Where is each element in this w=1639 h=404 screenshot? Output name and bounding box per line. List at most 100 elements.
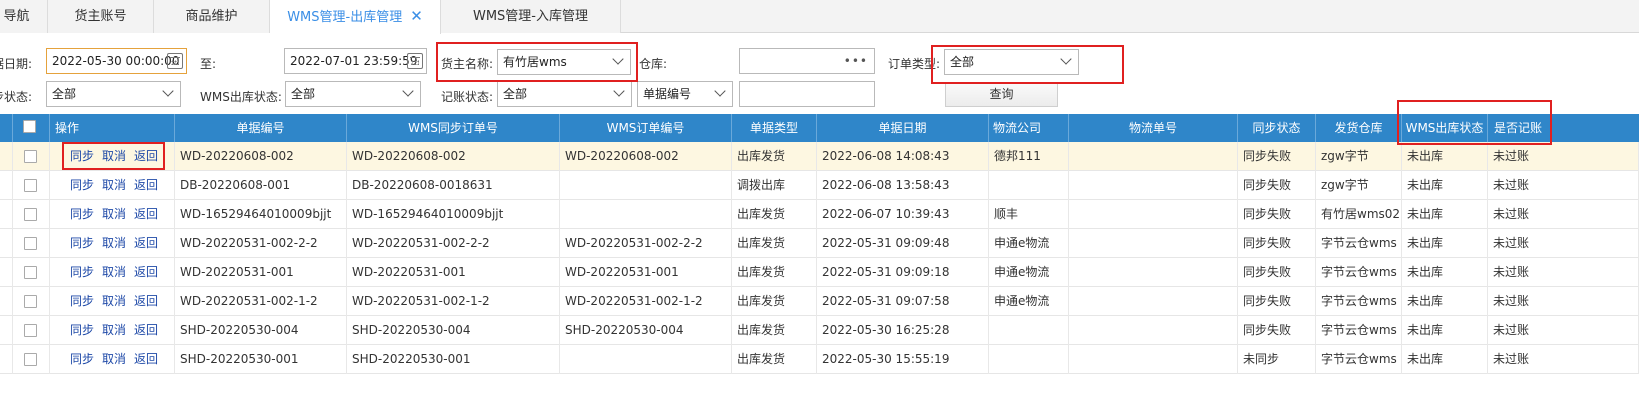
query-button[interactable]: 查询 [945,82,1058,107]
select-all-checkbox[interactable] [23,120,36,133]
table-row[interactable]: 同步 取消 返回 WD-20220531-001 WD-20220531-001 WD-2… [0,258,1639,287]
back-link[interactable]: 返回 [134,265,158,279]
date-to-input[interactable]: 2022-07-01 23:59:59 [284,48,427,74]
sync-status-value: 全部 [52,87,77,101]
table-row[interactable]: 同步 取消 返回 WD-16529464010009bjjt WD-1652946401… [0,200,1639,229]
sync-link[interactable]: 同步 [70,236,94,250]
cell-wms-status: 未出库 [1402,258,1488,287]
table-row[interactable]: 同步 取消 返回 WD-20220608-002 WD-20220608-002 WD-2… [0,142,1639,171]
sync-link[interactable]: 同步 [70,265,94,279]
back-link[interactable]: 返回 [134,352,158,366]
field-input[interactable] [739,81,875,107]
header-wms-sync-no[interactable]: WMS同步订单号 [347,114,560,142]
header-doc-date[interactable]: 单据日期 [817,114,989,142]
back-link[interactable]: 返回 [134,236,158,250]
cell-sync-status: 同步失败 [1238,171,1316,200]
order-type-select[interactable]: 全部 [944,49,1079,75]
cancel-link[interactable]: 取消 [102,236,126,250]
row-checkbox[interactable] [24,266,37,279]
header-tracking-no[interactable]: 物流单号 [1069,114,1238,142]
cell-doc-date: 2022-05-30 15:55:19 [817,345,989,374]
tab-product-maintenance[interactable]: 商品维护 [154,0,270,33]
sync-status-select[interactable]: 全部 [46,81,181,107]
table-row[interactable]: 同步 取消 返回 SHD-20220530-004 SHD-20220530-004 SH… [0,316,1639,345]
account-status-value: 全部 [503,87,528,101]
cancel-link[interactable]: 取消 [102,323,126,337]
wms-status-select[interactable]: 全部 [285,81,421,107]
header-select-all [13,114,50,142]
row-checkbox[interactable] [24,353,37,366]
order-type-label: 订单类型: [888,57,941,71]
cancel-link[interactable]: 取消 [102,149,126,163]
row-checkbox[interactable] [24,179,37,192]
cancel-link[interactable]: 取消 [102,207,126,221]
cell-accounted: 未过账 [1488,229,1639,258]
cell-tracking-no [1069,287,1238,316]
chevron-down-icon [1060,53,1072,65]
sync-link[interactable]: 同步 [70,352,94,366]
cancel-link[interactable]: 取消 [102,352,126,366]
tab-label: 商品维护 [185,9,238,24]
cell-doc-date: 2022-05-31 09:07:58 [817,287,989,316]
row-checkbox[interactable] [24,324,37,337]
owner-select[interactable]: 有竹居wms [497,49,631,75]
cancel-link[interactable]: 取消 [102,178,126,192]
row-checkbox[interactable] [24,150,37,163]
field-select[interactable]: 单据编号 [637,81,733,107]
back-link[interactable]: 返回 [134,323,158,337]
table-row[interactable]: 同步 取消 返回 DB-20220608-001 DB-20220608-0018631… [0,171,1639,200]
header-doc-type[interactable]: 单据类型 [732,114,817,142]
cell-wms-sync-no: DB-20220608-0018631 [347,171,560,200]
cancel-link[interactable]: 取消 [102,265,126,279]
tab-wms-inbound[interactable]: WMS管理-入库管理 [441,0,621,33]
header-wms-status[interactable]: WMS出库状态 [1402,114,1488,142]
table-row[interactable]: 同步 取消 返回 WD-20220531-002-2-2 WD-20220531-002… [0,229,1639,258]
date-from-input[interactable]: 2022-05-30 00:00:00 [46,48,187,74]
header-warehouse[interactable]: 发货仓库 [1316,114,1402,142]
sync-link[interactable]: 同步 [70,149,94,163]
cell-index [0,287,13,316]
tab-wms-outbound[interactable]: WMS管理-出库管理 ✕ [270,0,441,34]
account-status-select[interactable]: 全部 [497,81,632,107]
cell-actions: 同步 取消 返回 [50,345,175,374]
cell-wms-status: 未出库 [1402,287,1488,316]
table-header: 操作 单据编号 WMS同步订单号 WMS订单编号 单据类型 单据日期 物流公司 … [0,114,1639,142]
cell-wms-status: 未出库 [1402,200,1488,229]
sync-link[interactable]: 同步 [70,207,94,221]
tab-label: 导航 [3,9,30,24]
header-accounted[interactable]: 是否记账 [1488,114,1552,142]
cell-wms-order-no [560,200,732,229]
table-row[interactable]: 同步 取消 返回 WD-20220531-002-1-2 WD-20220531-002… [0,287,1639,316]
close-icon[interactable]: ✕ [410,0,423,33]
back-link[interactable]: 返回 [134,149,158,163]
calendar-icon[interactable] [407,53,423,69]
cell-checkbox [13,287,50,316]
cell-doc-date: 2022-06-08 14:08:43 [817,142,989,171]
cancel-link[interactable]: 取消 [102,294,126,308]
row-checkbox[interactable] [24,295,37,308]
table-row[interactable]: 同步 取消 返回 SHD-20220530-001 SHD-20220530-001 出库… [0,345,1639,374]
sync-link[interactable]: 同步 [70,294,94,308]
row-checkbox[interactable] [24,208,37,221]
sync-link[interactable]: 同步 [70,178,94,192]
back-link[interactable]: 返回 [134,294,158,308]
header-sync-status[interactable]: 同步状态 [1238,114,1316,142]
tab-owner-account[interactable]: 货主账号 [48,0,154,33]
cell-warehouse: 字节云仓wms [1316,229,1402,258]
back-link[interactable]: 返回 [134,178,158,192]
calendar-icon[interactable] [167,53,183,69]
cell-wms-sync-no: WD-16529464010009bjjt [347,200,560,229]
warehouse-input[interactable]: ••• [739,48,875,74]
date-label: 单据日期: [0,57,33,71]
cell-sync-status: 同步失败 [1238,142,1316,171]
header-wms-order-no[interactable]: WMS订单编号 [560,114,732,142]
header-doc-no[interactable]: 单据编号 [175,114,347,142]
header-logistics[interactable]: 物流公司 [989,114,1069,142]
sync-link[interactable]: 同步 [70,323,94,337]
tab-navigation[interactable]: 导航 [0,0,48,33]
back-link[interactable]: 返回 [134,207,158,221]
to-label: 至: [200,57,217,71]
row-checkbox[interactable] [24,237,37,250]
cell-wms-sync-no: WD-20220531-002-2-2 [347,229,560,258]
more-icon[interactable]: ••• [844,49,868,73]
